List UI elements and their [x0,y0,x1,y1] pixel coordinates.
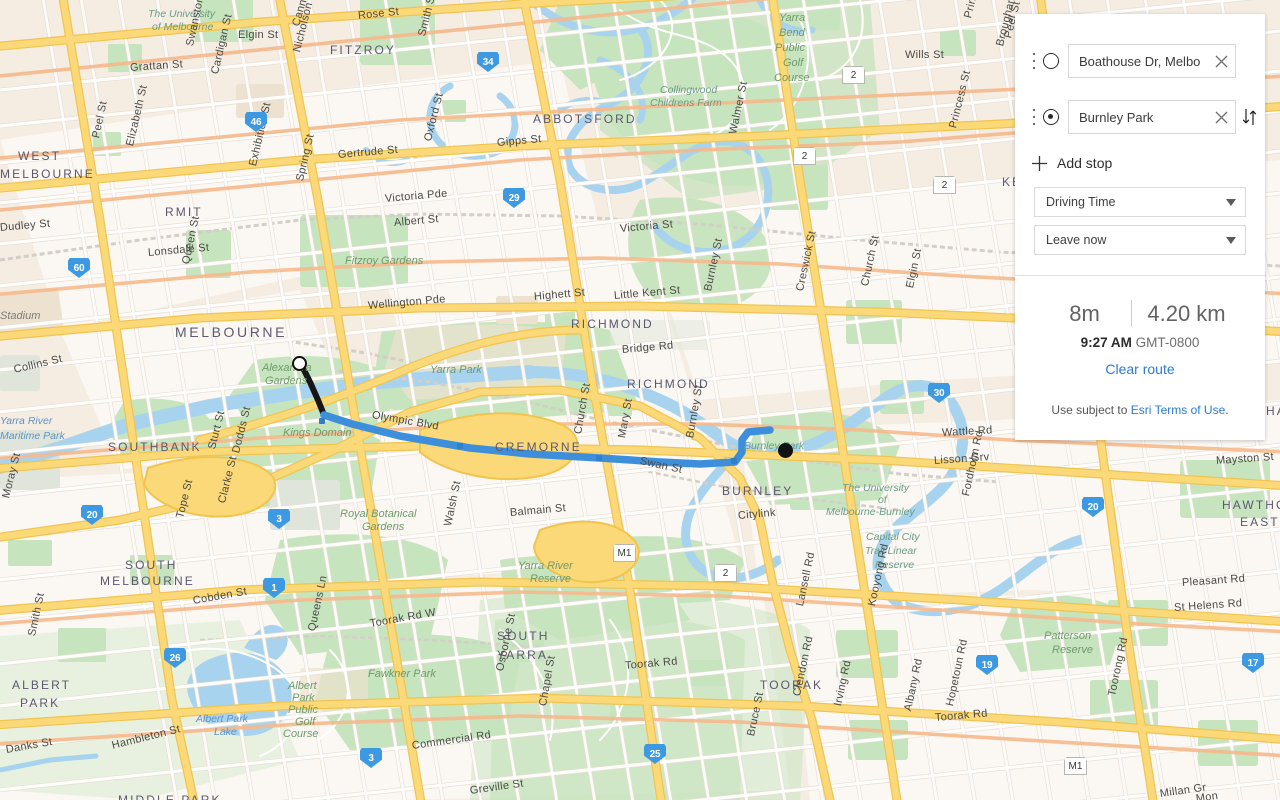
terms-prefix: Use subject to [1051,403,1131,417]
circle-dot-icon [1042,108,1060,126]
clear-destination-icon[interactable] [1211,107,1231,127]
route-arrival-row: 9:27 AM GMT-0800 [1015,335,1265,350]
route-distance: 4.20 km [1147,300,1226,326]
route-summary: 8m 4.20 km 9:27 AM GMT-0800 Clear route [1015,276,1265,377]
circle-outline-icon [1042,52,1060,70]
add-stop-button[interactable]: Add stop [1029,153,1265,173]
route-shield-icon: 2 [793,147,816,165]
drag-handle-icon[interactable] [1029,53,1039,69]
origin-input-wrapper[interactable] [1068,44,1236,78]
route-shield-icon: M1 [613,544,636,562]
destination-input-wrapper[interactable] [1068,100,1236,134]
esri-terms-link[interactable]: Esri Terms of Use [1131,403,1225,417]
chevron-down-icon [1226,236,1236,244]
stop-row-destination [1029,100,1265,134]
route-duration: 8m [1069,300,1100,326]
route-summary-main: 8m 4.20 km [1015,300,1265,327]
route-origin-marker[interactable] [292,356,307,371]
route-shield-icon: 2 [842,66,865,84]
directions-panel: Add stop Driving Time Leave now 8m 4.20 … [1015,14,1265,440]
route-shield-icon: 2 [933,176,956,194]
stop-row-origin [1029,44,1265,78]
clear-route-button[interactable]: Clear route [1015,361,1265,377]
route-arrival-time: 9:27 AM [1080,335,1132,350]
drag-handle-icon[interactable] [1029,109,1039,125]
route-shield-icon: 2 [714,564,737,582]
departure-time-value: Leave now [1046,233,1107,247]
departure-time-select[interactable]: Leave now [1034,225,1246,255]
route-timezone: GMT-0800 [1135,335,1200,350]
origin-input[interactable] [1079,53,1211,69]
terms-of-use: Use subject to Esri Terms of Use. [1015,403,1265,417]
travel-mode-select[interactable]: Driving Time [1034,187,1246,217]
route-shield-icon: M1 [1064,757,1087,775]
add-stop-label: Add stop [1057,155,1113,171]
terms-suffix: . [1225,403,1229,417]
travel-mode-value: Driving Time [1046,195,1116,209]
stops-list [1015,14,1265,134]
clear-origin-icon[interactable] [1211,51,1231,71]
route-options: Driving Time Leave now [1034,187,1246,255]
app-root: .w { fill:#a8d3ee; } .wl { stroke:#a8d3e… [0,0,1280,800]
plus-icon [1029,153,1049,173]
swap-vertical-icon[interactable] [1240,103,1260,131]
destination-input[interactable] [1079,109,1211,125]
chevron-down-icon [1226,198,1236,206]
route-destination-marker[interactable] [778,443,793,458]
